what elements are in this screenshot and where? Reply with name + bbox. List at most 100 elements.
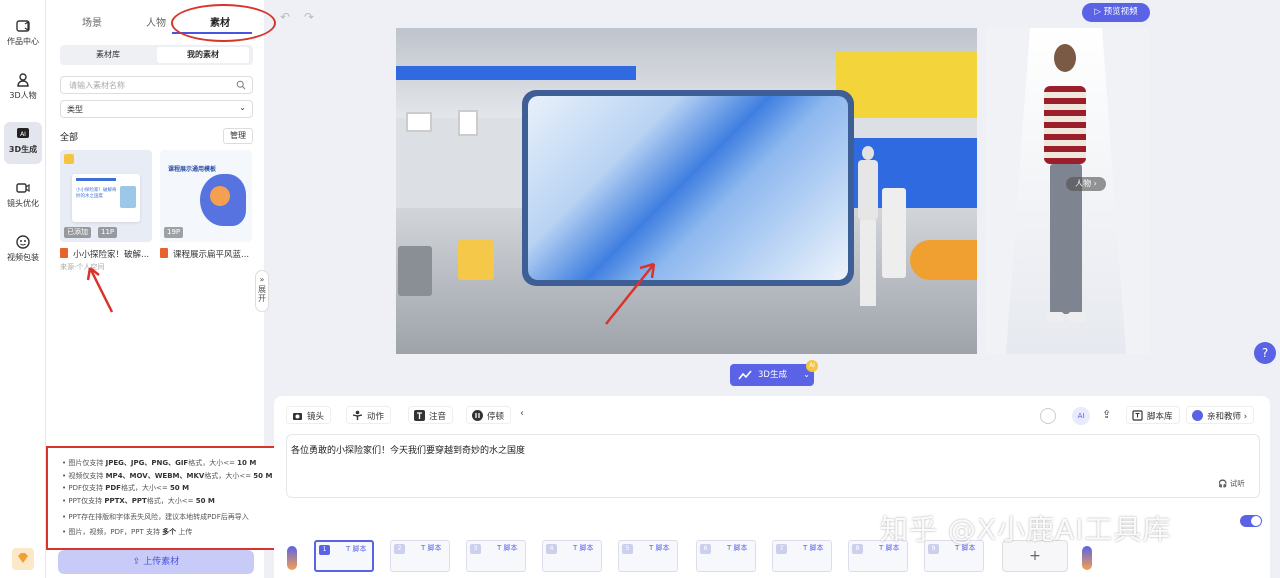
wall-picture bbox=[406, 112, 432, 132]
svg-text:AI: AI bbox=[20, 131, 26, 138]
preview-label: 预览视频 bbox=[1103, 7, 1138, 17]
display-screen bbox=[522, 90, 854, 286]
script-text-input[interactable]: 各位勇敢的小探险家们！今天我们要穿越到奇妙的水之国度 bbox=[286, 434, 1260, 498]
pause-tool-button[interactable]: 停顿 bbox=[466, 406, 512, 424]
camera-icon bbox=[16, 183, 30, 193]
nav-works[interactable]: 作品中心 bbox=[0, 14, 46, 58]
expand-label: 展开 bbox=[258, 285, 266, 303]
watermark: 知乎 @X小鹿AI工具库 bbox=[880, 513, 1172, 546]
pdf-file-icon bbox=[160, 248, 168, 258]
nav-label: 3D人物 bbox=[9, 91, 37, 100]
timeline-marker bbox=[1082, 546, 1092, 570]
timeline-slide[interactable]: 4T 脚本 bbox=[542, 540, 602, 572]
vip-diamond-icon[interactable] bbox=[12, 548, 34, 570]
person-icon bbox=[17, 73, 29, 87]
avatar-head bbox=[1054, 44, 1076, 72]
card-thumb-text: 小小探险家！破解奇妙的水之国度 bbox=[76, 188, 117, 199]
pause-icon bbox=[472, 410, 483, 421]
manage-button[interactable]: 管理 bbox=[223, 128, 253, 144]
timeline-marker bbox=[287, 546, 297, 570]
voice-select-button[interactable]: 亲和教师 › bbox=[1186, 406, 1255, 424]
timeline-slide[interactable]: 3T 脚本 bbox=[466, 540, 526, 572]
phonetic-tool-button[interactable]: 注音 bbox=[408, 406, 454, 424]
material-card[interactable]: 课程展示通用模板 19P bbox=[160, 150, 252, 242]
preview-video-button[interactable]: ▷ 预览视频 bbox=[1082, 3, 1150, 22]
folder-icon bbox=[16, 20, 30, 32]
script-icon bbox=[1132, 410, 1143, 421]
nav-camera-optimize[interactable]: 镜头优化 bbox=[0, 176, 46, 220]
tool-label: 停顿 bbox=[487, 412, 505, 422]
card-badge: 19P bbox=[164, 227, 184, 238]
tip-line: • 图片，视频，PDF，PPT 支持 多个 上传 bbox=[62, 527, 193, 536]
tip-line: • PPT仅支持 PPTX、PPT格式，大小<= 50 M bbox=[62, 496, 215, 505]
search-icon[interactable] bbox=[236, 80, 246, 90]
pdf-file-icon bbox=[60, 248, 68, 258]
timeline-slide[interactable]: 1T 脚本 bbox=[314, 540, 374, 572]
card-badge: 已添加 bbox=[64, 227, 91, 238]
card-badge: 11P bbox=[98, 227, 118, 238]
tool-label: 脚本库 bbox=[1147, 412, 1173, 422]
material-source-switch: 素材库 我的素材 bbox=[60, 45, 253, 65]
undo-icon[interactable]: ↶ bbox=[280, 10, 290, 24]
tip-line: • 图片仅支持 JPEG、JPG、PNG、GIF格式，大小<= 10 M bbox=[62, 459, 257, 467]
upload-label: 上传素材 bbox=[143, 557, 180, 567]
settings-icon[interactable] bbox=[1040, 408, 1056, 424]
left-nav: 作品中心 3D人物 AI 3D生成 镜头优化 视频包装 bbox=[0, 0, 46, 578]
card-title[interactable]: 课程展示扁平风蓝... bbox=[173, 248, 249, 260]
text-icon bbox=[414, 410, 425, 421]
scene-canvas[interactable] bbox=[396, 28, 977, 354]
tool-label: 镜头 bbox=[307, 412, 325, 422]
avatar-sweater bbox=[1044, 86, 1086, 164]
nav-label: 镜头优化 bbox=[7, 199, 39, 208]
tool-label: 动作 bbox=[367, 412, 385, 422]
annotation-circle bbox=[171, 4, 276, 42]
chevron-left-icon[interactable]: ‹ bbox=[520, 408, 524, 419]
share-icon[interactable]: ⇪ bbox=[1102, 408, 1111, 421]
type-filter-select[interactable]: 类型 ⌄ bbox=[60, 100, 253, 118]
tab-scene[interactable]: 场景 bbox=[82, 14, 102, 29]
generate-3d-label: 3D生成 bbox=[758, 370, 787, 380]
segment-material-library[interactable]: 素材库 bbox=[62, 47, 154, 63]
voice-avatar bbox=[1192, 410, 1203, 421]
tip-line: • PDF仅支持 PDF格式，大小<= 50 M bbox=[62, 484, 190, 492]
action-icon bbox=[352, 410, 363, 420]
script-text: 各位勇敢的小探险家们！今天我们要穿越到奇妙的水之国度 bbox=[291, 446, 526, 456]
toggle-switch[interactable] bbox=[1240, 515, 1262, 527]
expand-panel-button[interactable]: » 展开 bbox=[255, 270, 269, 312]
trial-listen-button[interactable]: 🎧 试听 bbox=[1218, 478, 1245, 489]
help-icon[interactable]: ? bbox=[1254, 342, 1276, 364]
tip-line: • 视频仅支持 MP4、MOV、WEBM、MKV格式，大小<= 50 M bbox=[62, 471, 273, 480]
tool-label: 亲和教师 bbox=[1207, 412, 1242, 422]
search-input[interactable]: 请输入素材名称 bbox=[60, 76, 253, 94]
nav-3d-generate[interactable]: AI 3D生成 bbox=[0, 122, 46, 166]
ai-icon: AI bbox=[17, 128, 29, 138]
timeline-slide[interactable]: 5T 脚本 bbox=[618, 540, 678, 572]
script-library-button[interactable]: 脚本库 bbox=[1126, 406, 1180, 424]
timeline-slide[interactable]: 2T 脚本 bbox=[390, 540, 450, 572]
ai-icon[interactable]: AI bbox=[1072, 407, 1090, 425]
panel-tabs: 场景 人物 素材 bbox=[46, 0, 276, 42]
nav-video-package[interactable]: 视频包装 bbox=[0, 230, 46, 274]
timeline-slide[interactable]: 6T 脚本 bbox=[696, 540, 756, 572]
material-card[interactable]: 小小探险家！破解奇妙的水之国度 已添加 11P bbox=[60, 150, 152, 242]
tab-person[interactable]: 人物 bbox=[146, 14, 166, 29]
action-tool-button[interactable]: 动作 bbox=[346, 406, 392, 424]
avatar-preview[interactable] bbox=[986, 28, 1149, 354]
tip-line: • PPT存在排版和字体丢失风险，建议本地转成PDF后再导入 bbox=[62, 513, 249, 521]
trial-label: 试听 bbox=[1229, 479, 1245, 488]
nav-label: 3D生成 bbox=[8, 145, 38, 154]
nav-3d-person[interactable]: 3D人物 bbox=[0, 68, 46, 112]
camera-tool-button[interactable]: 镜头 bbox=[286, 406, 332, 424]
trend-icon bbox=[738, 370, 752, 380]
section-title: 全部 bbox=[60, 133, 79, 143]
segment-my-material[interactable]: 我的素材 bbox=[157, 47, 249, 63]
timeline-slide[interactable]: 7T 脚本 bbox=[772, 540, 832, 572]
redo-icon[interactable]: ↷ bbox=[304, 10, 314, 24]
card-title[interactable]: 小小探险家！破解... bbox=[73, 248, 149, 260]
filter-label: 类型 bbox=[67, 105, 83, 114]
person-label: 人物 bbox=[1075, 179, 1092, 188]
generate-3d-button[interactable]: 3D生成 ⌄ AI bbox=[730, 360, 818, 386]
nav-label: 视频包装 bbox=[7, 253, 39, 262]
upload-material-button[interactable]: ⇪ 上传素材 bbox=[58, 550, 254, 574]
person-tag-button[interactable]: 人物 › bbox=[1066, 177, 1106, 191]
